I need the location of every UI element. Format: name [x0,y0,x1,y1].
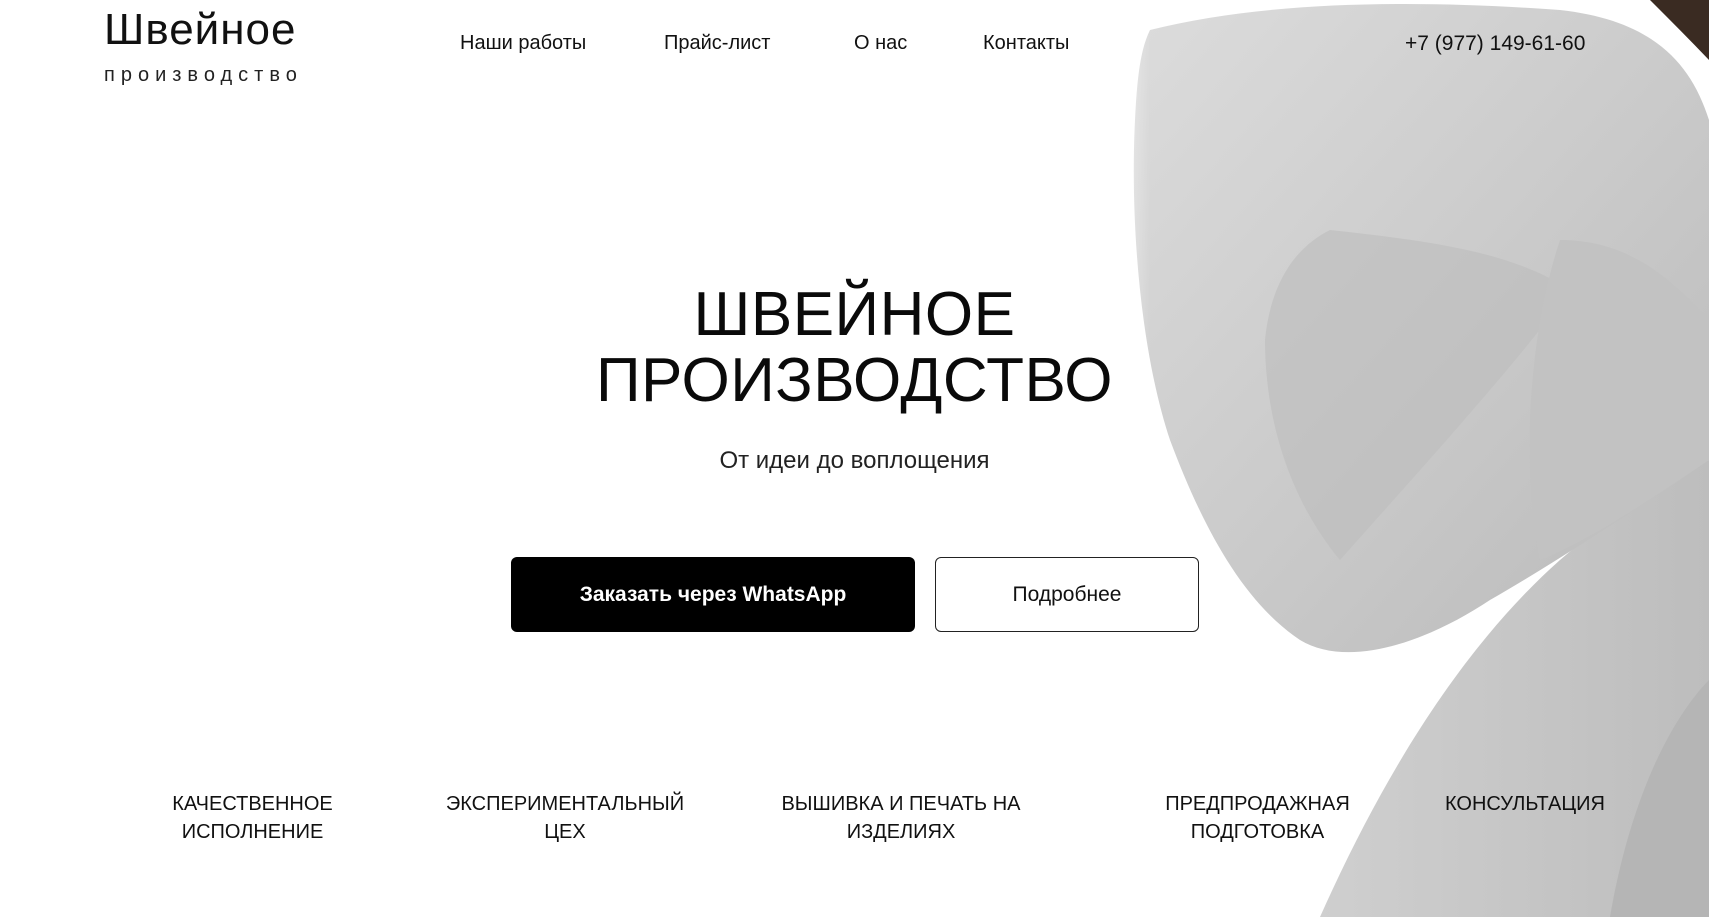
feature-line: КАЧЕСТВЕННОЕ [172,793,333,815]
feature-quality: КАЧЕСТВЕННОЕ ИСПОЛНЕНИЕ [150,790,355,846]
feature-line: ВЫШИВКА И ПЕЧАТЬ НА [781,793,1021,815]
logo[interactable]: Швейное производство [104,5,303,87]
feature-line: ИЗДЕЛИЯХ [846,821,956,843]
hero-subtitle: От идеи до воплощения [719,447,990,474]
hero-title-line-1: ШВЕЙНОЕ [693,280,1016,349]
feature-line: ЦЕХ [544,821,586,843]
feature-consultation: КОНСУЛЬТАЦИЯ [1435,790,1615,818]
feature-presale: ПРЕДПРОДАЖНАЯ ПОДГОТОВКА [1150,790,1365,846]
feature-line: ПОДГОТОВКА [1190,821,1325,843]
logo-subtitle: производство [104,64,303,87]
feature-embroidery-print: ВЫШИВКА И ПЕЧАТЬ НА ИЗДЕЛИЯХ [770,790,1032,846]
order-whatsapp-button[interactable]: Заказать через WhatsApp [511,557,915,632]
hero-title: ШВЕЙНОЕ ПРОИЗВОДСТВО [0,282,1709,414]
feature-line: КОНСУЛЬТАЦИЯ [1445,793,1605,815]
nav-item-contacts[interactable]: Контакты [983,32,1069,55]
feature-line: ЭКСПЕРИМЕНТАЛЬНЫЙ [445,793,685,815]
nav-item-our-works[interactable]: Наши работы [460,32,586,55]
feature-workshop: ЭКСПЕРИМЕНТАЛЬНЫЙ ЦЕХ [440,790,690,846]
hero-title-line-2: ПРОИЗВОДСТВО [595,346,1114,415]
nav-item-about[interactable]: О нас [854,32,907,55]
phone-link[interactable]: +7 (977) 149-61-60 [1405,32,1585,56]
logo-title: Швейное [104,5,297,54]
nav-item-price-list[interactable]: Прайс-лист [664,32,770,55]
feature-line: ПРЕДПРОДАЖНАЯ [1165,793,1350,815]
feature-line: ИСПОЛНЕНИЕ [181,821,324,843]
more-info-button[interactable]: Подробнее [935,557,1199,632]
